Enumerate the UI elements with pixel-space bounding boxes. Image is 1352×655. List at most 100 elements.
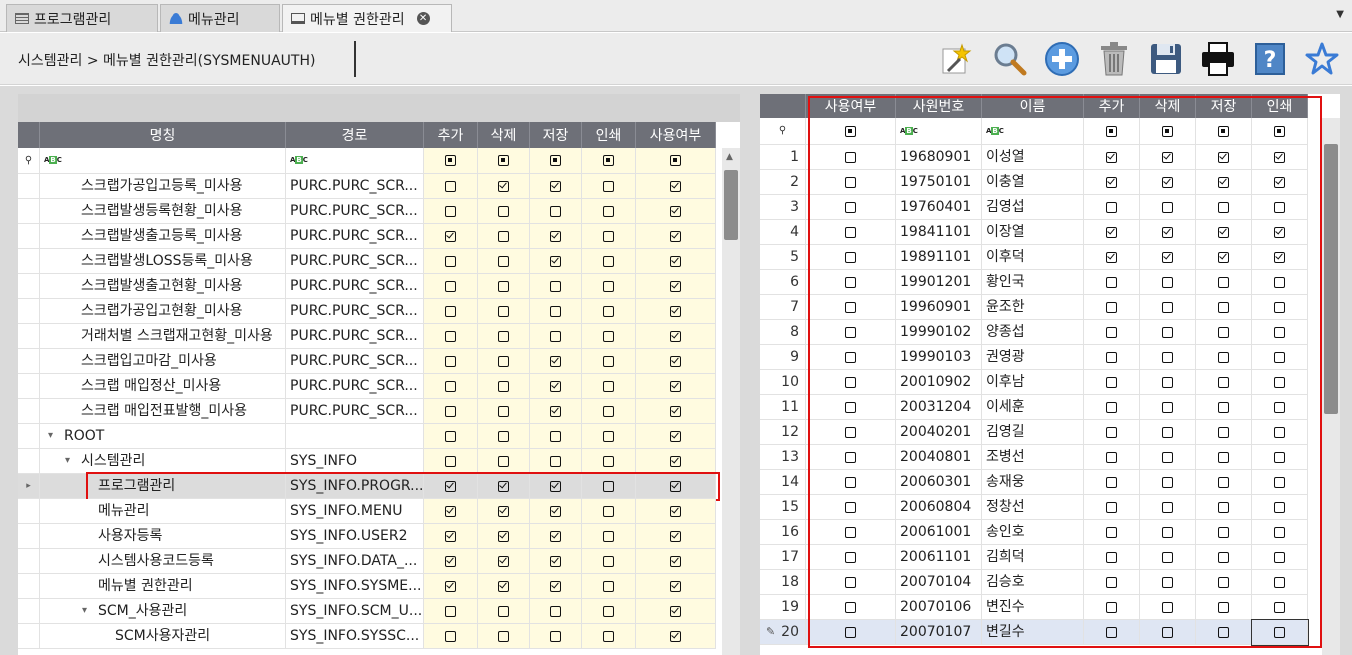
cell-emp[interactable]: 19990103 <box>896 345 982 370</box>
cell-del[interactable] <box>478 624 530 649</box>
text-filter-icon[interactable]: ABC <box>44 156 62 165</box>
cell-use[interactable] <box>636 574 716 599</box>
checkbox-print[interactable] <box>1274 501 1285 513</box>
cell-del[interactable] <box>478 224 530 249</box>
checkbox-save[interactable] <box>550 580 561 592</box>
cell-add[interactable] <box>424 249 478 274</box>
cell-add[interactable] <box>424 174 478 199</box>
cell-save[interactable] <box>1196 620 1252 645</box>
checkbox-save[interactable] <box>1218 276 1229 288</box>
cell-emp[interactable]: 20010902 <box>896 370 982 395</box>
checkbox-print[interactable] <box>1274 251 1285 263</box>
checkbox-print[interactable] <box>1274 476 1285 488</box>
checkbox-add[interactable] <box>1106 251 1117 263</box>
checkbox-add[interactable] <box>445 380 456 392</box>
checkbox-use[interactable] <box>670 605 681 617</box>
cell-emp[interactable]: 19960901 <box>896 295 982 320</box>
cell-del[interactable] <box>478 349 530 374</box>
checkbox-print[interactable] <box>1274 226 1285 238</box>
cell-print[interactable] <box>582 424 636 449</box>
checkbox-use[interactable] <box>845 226 856 238</box>
cell-use[interactable] <box>636 199 716 224</box>
checkbox-del[interactable] <box>1162 351 1173 363</box>
cell-name[interactable]: 정창선 <box>982 495 1084 520</box>
cell-del[interactable] <box>1140 195 1196 220</box>
cell-add[interactable] <box>1084 445 1140 470</box>
column-header-print[interactable]: 인쇄 <box>582 122 636 148</box>
cell-print[interactable] <box>582 224 636 249</box>
checkbox-print[interactable] <box>1274 301 1285 313</box>
cell-path[interactable]: PURC.PURC_SCR... <box>286 324 424 349</box>
checkbox-del[interactable] <box>498 555 509 567</box>
cell-add[interactable] <box>1084 245 1140 270</box>
cell-name[interactable]: 스크랩발생등록현황_미사용 <box>40 199 286 224</box>
checkbox-use[interactable] <box>845 501 856 513</box>
cell-save[interactable] <box>1196 570 1252 595</box>
checkbox-save[interactable] <box>550 455 561 467</box>
checkbox-use[interactable] <box>845 451 856 463</box>
cell-save[interactable] <box>1196 520 1252 545</box>
checkbox-save[interactable] <box>1218 551 1229 563</box>
checkbox-save[interactable] <box>550 430 561 442</box>
cell-del[interactable] <box>1140 395 1196 420</box>
cell-use[interactable] <box>636 499 716 524</box>
cell-emp[interactable]: 20040801 <box>896 445 982 470</box>
cell-add[interactable] <box>1084 470 1140 495</box>
cell-use[interactable] <box>806 545 896 570</box>
tab-program-management[interactable]: 프로그램관리 <box>6 4 158 32</box>
cell-add[interactable] <box>424 524 478 549</box>
checkbox-add[interactable] <box>1106 151 1117 163</box>
cell-save[interactable] <box>530 224 582 249</box>
cell-save[interactable] <box>530 599 582 624</box>
cell-del[interactable] <box>1140 295 1196 320</box>
checkbox-print[interactable] <box>603 280 614 292</box>
checkbox-add[interactable] <box>445 280 456 292</box>
checkbox-add[interactable] <box>1106 351 1117 363</box>
cell-save[interactable] <box>1196 320 1252 345</box>
cell-name[interactable]: ▾ SCM_사용관리 <box>40 599 286 624</box>
cell-use[interactable] <box>806 395 896 420</box>
cell-add[interactable] <box>1084 220 1140 245</box>
text-filter-icon[interactable]: ABC <box>900 126 918 136</box>
cell-path[interactable]: SYS_INFO.USER2 <box>286 524 424 549</box>
filter-checkbox-icon[interactable] <box>1106 125 1117 137</box>
cell-print[interactable] <box>1252 595 1308 620</box>
cell-use[interactable] <box>636 624 716 649</box>
cell-use[interactable] <box>806 520 896 545</box>
cell-name[interactable]: 스크랩가공입고현황_미사용 <box>40 299 286 324</box>
checkbox-del[interactable] <box>1162 601 1173 613</box>
checkbox-save[interactable] <box>1218 226 1229 238</box>
filter-checkbox-icon[interactable] <box>1274 125 1285 137</box>
checkbox-add[interactable] <box>445 355 456 367</box>
checkbox-add[interactable] <box>1106 276 1117 288</box>
cell-emp[interactable]: 19891101 <box>896 245 982 270</box>
cell-del[interactable] <box>478 474 530 499</box>
cell-save[interactable] <box>1196 345 1252 370</box>
cell-emp[interactable]: 20070106 <box>896 595 982 620</box>
checkbox-del[interactable] <box>498 605 509 617</box>
checkbox-use[interactable] <box>670 180 681 192</box>
scrollbar-thumb[interactable] <box>1324 144 1338 414</box>
cell-name[interactable]: 조병선 <box>982 445 1084 470</box>
cell-save[interactable] <box>1196 545 1252 570</box>
cell-save[interactable] <box>530 199 582 224</box>
checkbox-save[interactable] <box>1218 426 1229 438</box>
checkbox-add[interactable] <box>445 555 456 567</box>
checkbox-save[interactable] <box>1218 151 1229 163</box>
cell-use[interactable] <box>636 549 716 574</box>
cell-save[interactable] <box>1196 370 1252 395</box>
cell-print[interactable] <box>1252 495 1308 520</box>
checkbox-add[interactable] <box>1106 201 1117 213</box>
checkbox-del[interactable] <box>498 630 509 642</box>
cell-save[interactable] <box>1196 195 1252 220</box>
checkbox-save[interactable] <box>1218 476 1229 488</box>
cell-path[interactable]: SYS_INFO.SCM_U... <box>286 599 424 624</box>
cell-use[interactable] <box>636 324 716 349</box>
cell-emp[interactable]: 19750101 <box>896 170 982 195</box>
checkbox-print[interactable] <box>603 555 614 567</box>
cell-del[interactable] <box>1140 570 1196 595</box>
cell-add[interactable] <box>424 449 478 474</box>
checkbox-save[interactable] <box>550 180 561 192</box>
cell-use[interactable] <box>806 420 896 445</box>
checkbox-add[interactable] <box>1106 176 1117 188</box>
